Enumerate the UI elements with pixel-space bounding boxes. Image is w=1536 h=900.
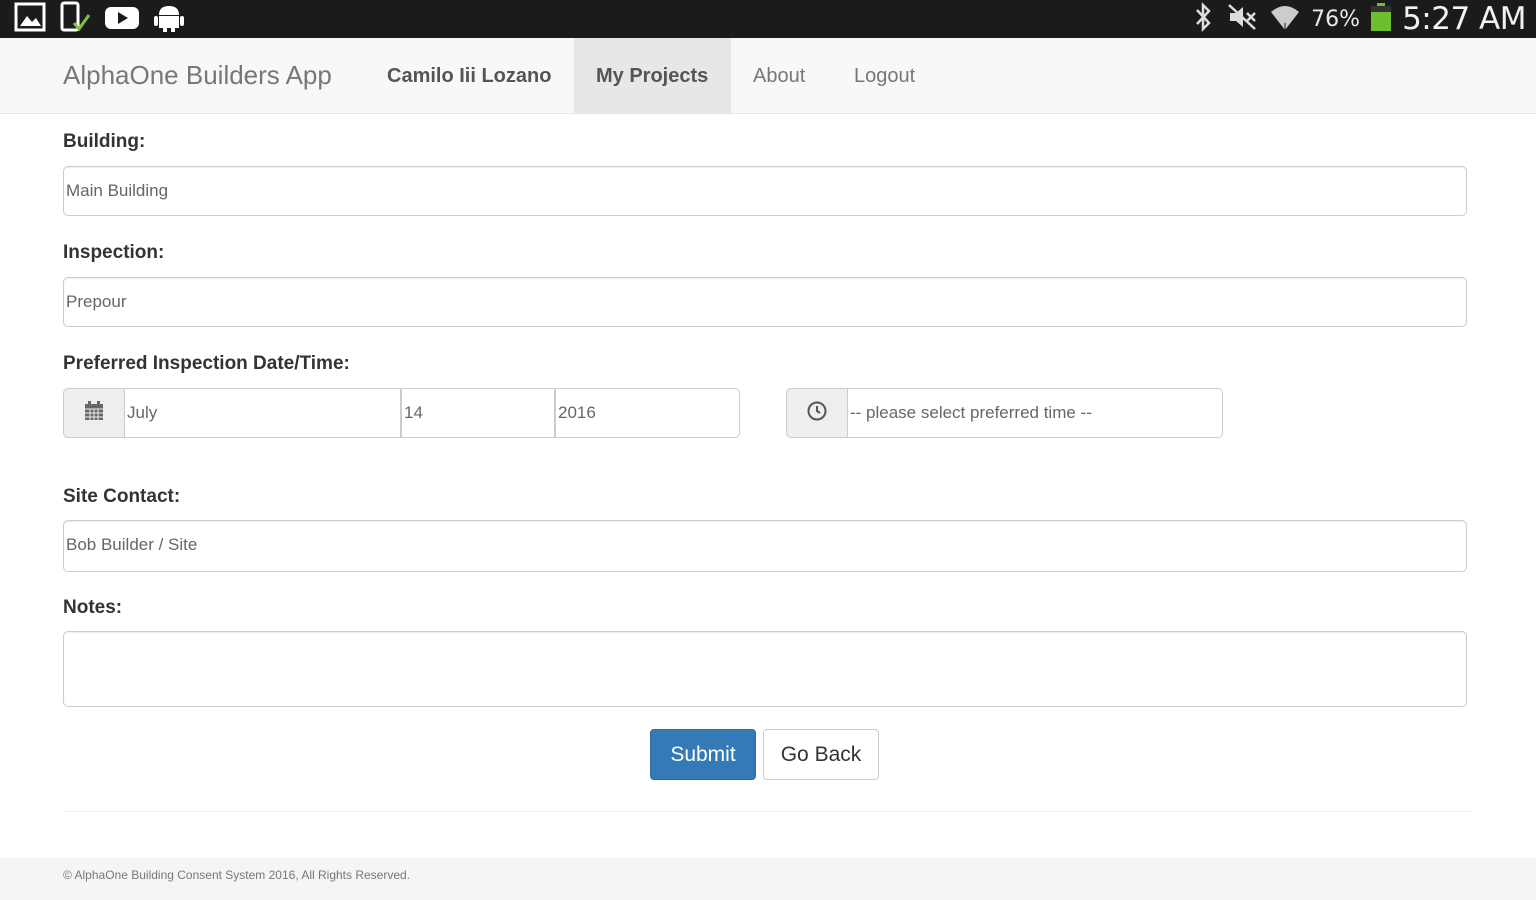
- notes-label: Notes:: [63, 597, 123, 618]
- inspection-field[interactable]: Prepour: [63, 277, 1467, 327]
- top-navbar: AlphaOne Builders App Camilo Iii Lozano …: [0, 38, 1536, 114]
- day-select[interactable]: 14: [401, 388, 555, 438]
- nav-logout[interactable]: Logout: [832, 38, 937, 114]
- youtube-icon: [104, 1, 140, 38]
- notification-icons: [14, 1, 186, 38]
- brand-link[interactable]: AlphaOne Builders App: [63, 60, 332, 91]
- time-select[interactable]: -- please select preferred time --: [847, 388, 1223, 438]
- bluetooth-icon: [1191, 1, 1215, 38]
- notes-textarea[interactable]: [63, 631, 1467, 707]
- android-icon: [152, 1, 186, 38]
- year-select[interactable]: 2016: [555, 388, 740, 438]
- system-status-icons: 76% 5:27 AM: [1191, 0, 1526, 38]
- gallery-icon: [14, 1, 46, 38]
- battery-icon: [1370, 2, 1392, 37]
- calendar-icon: [84, 400, 104, 426]
- phone-check-icon: [58, 1, 92, 38]
- clock: 5:27 AM: [1402, 1, 1526, 37]
- date-time-label: Preferred Inspection Date/Time:: [63, 353, 350, 374]
- building-field[interactable]: Main Building: [63, 166, 1467, 216]
- site-contact-label: Site Contact:: [63, 486, 181, 507]
- site-contact-field[interactable]: Bob Builder / Site: [63, 520, 1467, 572]
- footer: © AlphaOne Building Consent System 2016,…: [0, 858, 1536, 900]
- submit-button[interactable]: Submit: [650, 729, 756, 780]
- time-addon[interactable]: [786, 388, 848, 438]
- clock-icon: [806, 400, 828, 427]
- nav-my-projects[interactable]: My Projects: [574, 38, 731, 114]
- android-status-bar: 76% 5:27 AM: [0, 0, 1536, 38]
- divider: [63, 811, 1473, 812]
- go-back-button[interactable]: Go Back: [763, 729, 879, 780]
- mute-icon: [1225, 1, 1259, 38]
- battery-percent: 76%: [1311, 6, 1361, 32]
- building-label: Building:: [63, 131, 146, 152]
- copyright-text: © AlphaOne Building Consent System 2016,…: [63, 868, 411, 882]
- calendar-addon[interactable]: [63, 388, 125, 438]
- inspection-label: Inspection:: [63, 242, 165, 263]
- nav-user-name[interactable]: Camilo Iii Lozano: [365, 38, 573, 114]
- wifi-icon: [1269, 1, 1301, 38]
- month-select[interactable]: July: [124, 388, 401, 438]
- nav-about[interactable]: About: [731, 38, 827, 114]
